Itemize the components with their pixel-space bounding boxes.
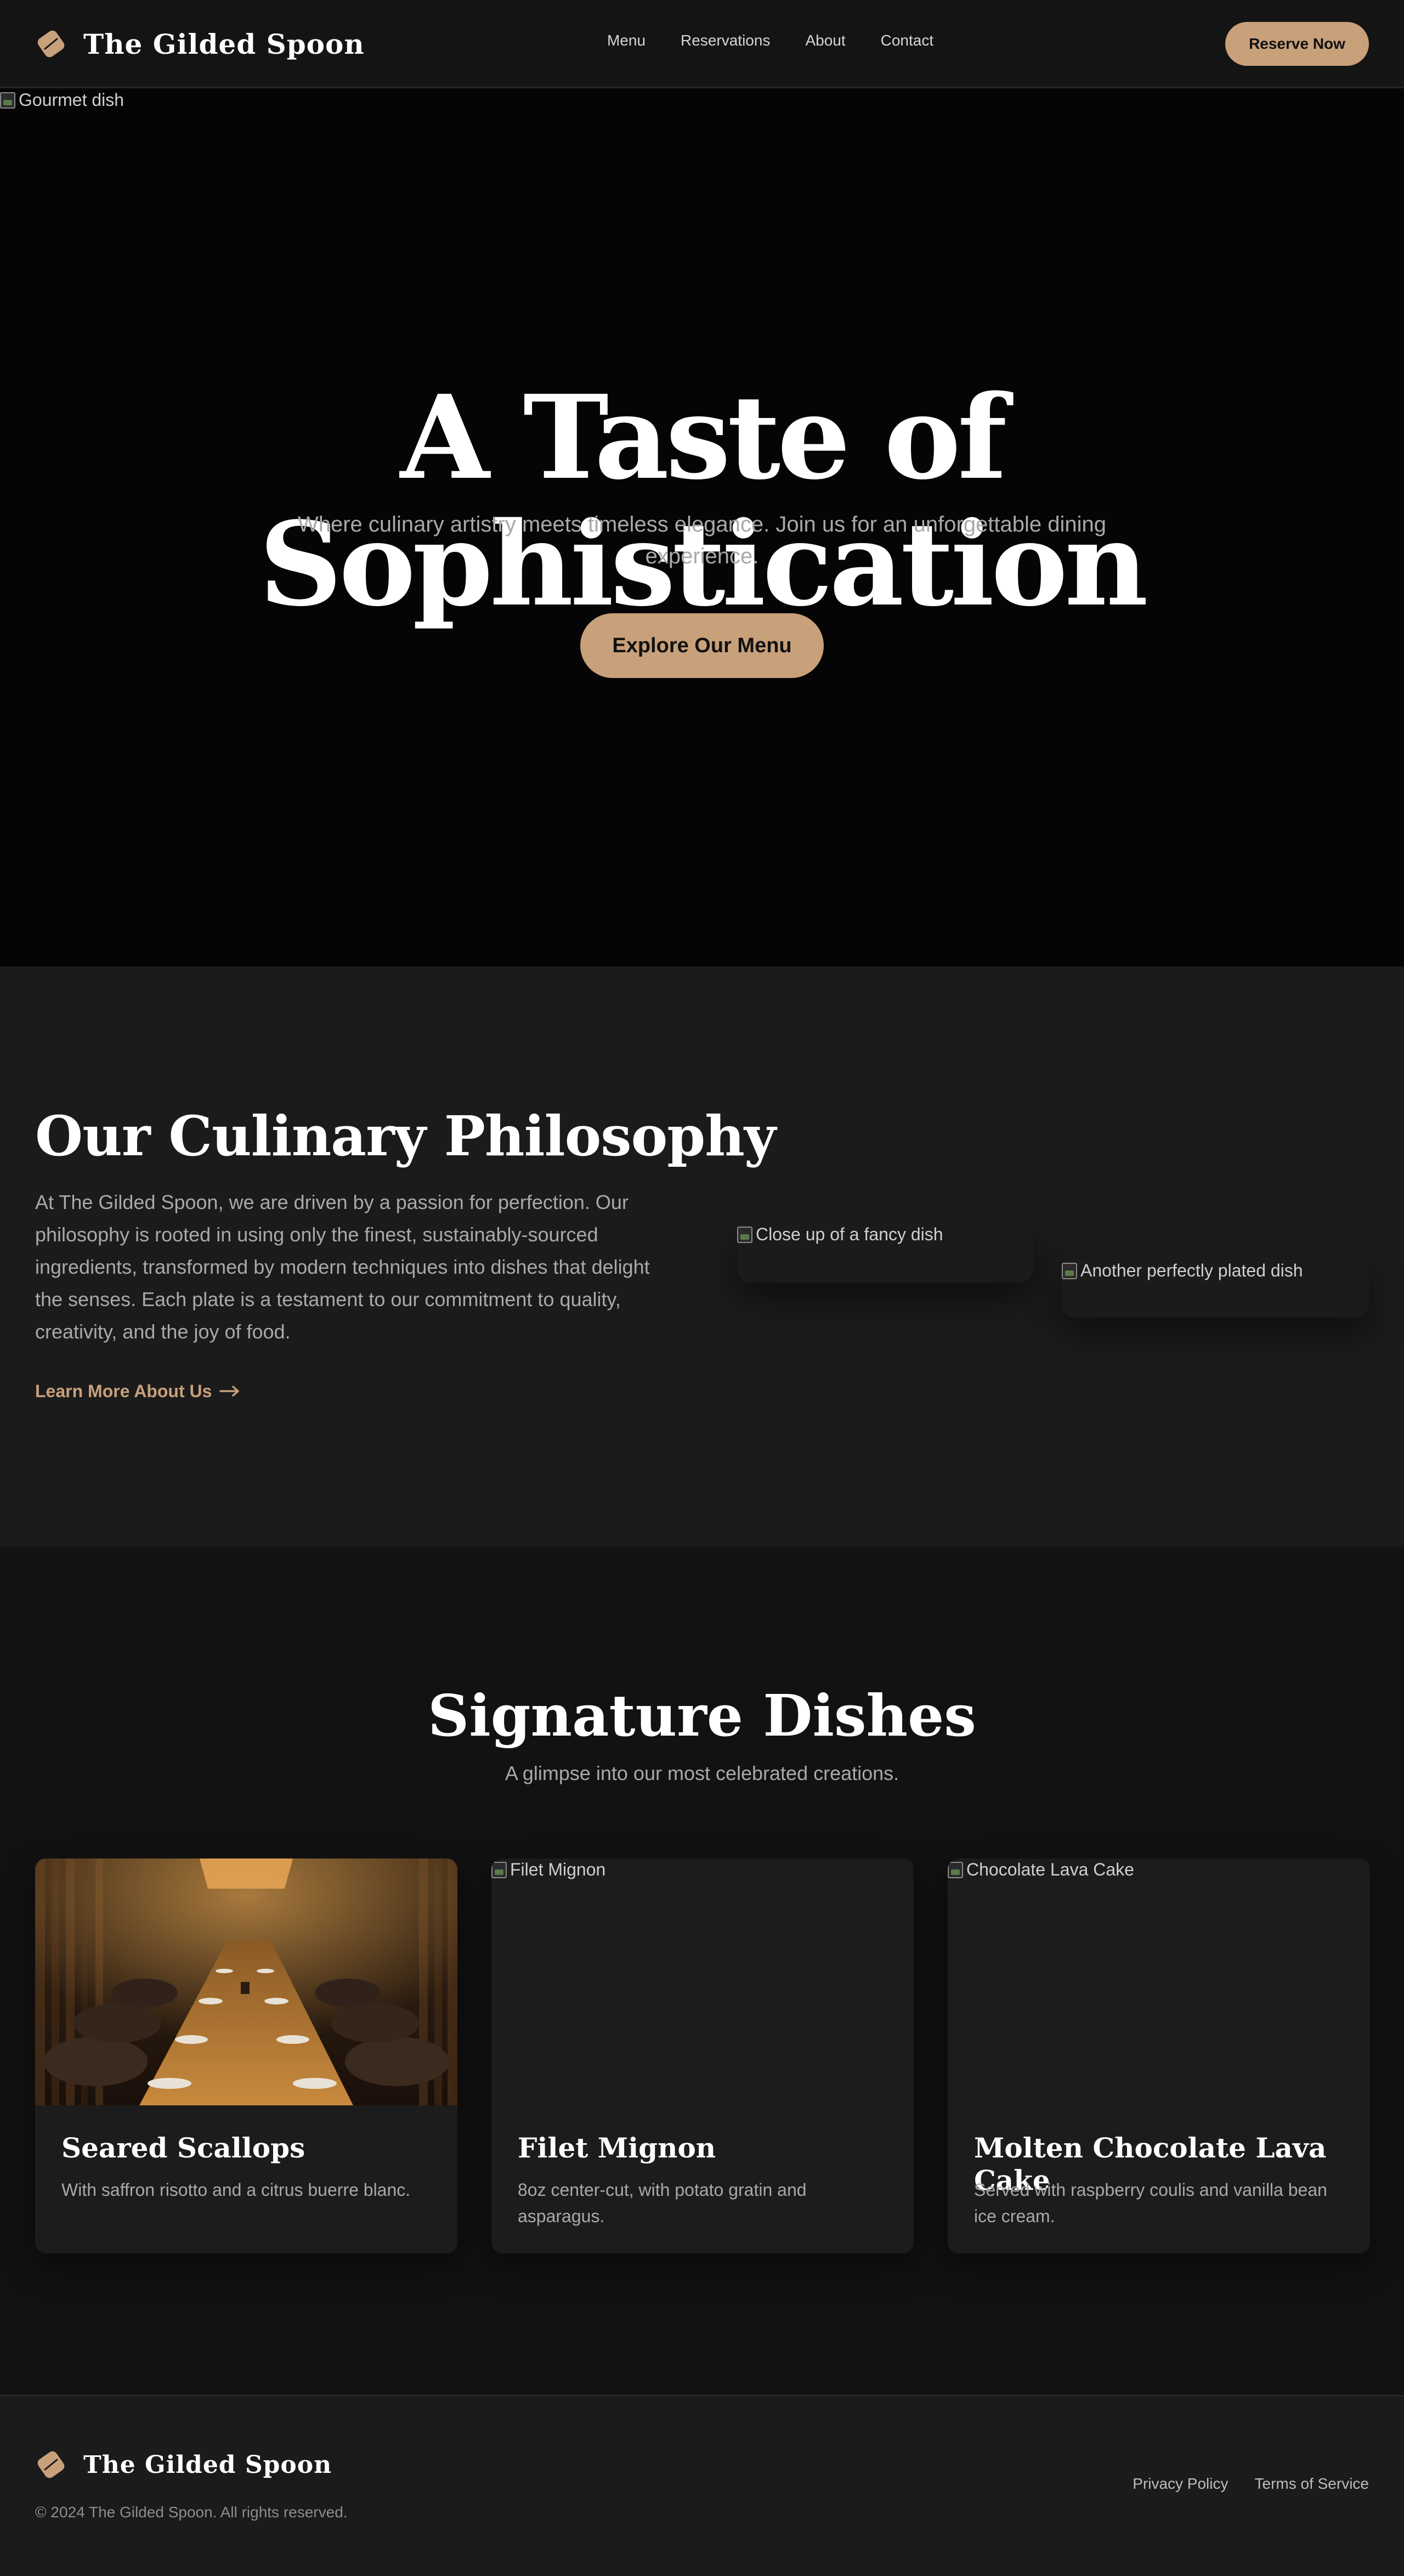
spoon-logo-icon bbox=[35, 2449, 67, 2481]
dish-image-alt: Chocolate Lava Cake bbox=[966, 1860, 1134, 1879]
philosophy-image-1-alt: Close up of a fancy dish bbox=[756, 1224, 943, 1244]
privacy-policy-link[interactable]: Privacy Policy bbox=[1133, 2475, 1228, 2493]
nav-link-reservations[interactable]: Reservations bbox=[681, 32, 770, 49]
dish-title: Filet Mignon bbox=[518, 2132, 716, 2164]
dish-title: Seared Scallops bbox=[61, 2132, 305, 2164]
footer-logo[interactable]: The Gilded Spoon bbox=[35, 2449, 332, 2481]
hero-subtitle: Where culinary artistry meets timeless e… bbox=[297, 512, 1107, 568]
dish-description: With saffron risotto and a citrus buerre… bbox=[61, 2180, 411, 2200]
nav-link-menu[interactable]: Menu bbox=[607, 32, 646, 49]
hero-title: A Taste of Sophistication bbox=[259, 370, 1148, 632]
dish-image-alt-wrap: Filet Mignon bbox=[491, 1860, 605, 1880]
copyright-text: © 2024 The Gilded Spoon. All rights rese… bbox=[35, 2504, 348, 2521]
spoon-logo-icon bbox=[35, 28, 67, 60]
explore-menu-button[interactable]: Explore Our Menu bbox=[580, 613, 824, 678]
philosophy-image-2: Another perfectly plated dish bbox=[1062, 1261, 1303, 1281]
logo[interactable]: The Gilded Spoon bbox=[35, 26, 365, 61]
philosophy-body: At The Gilded Spoon, we are driven by a … bbox=[35, 1191, 650, 1343]
philosophy-title: Our Culinary Philosophy bbox=[35, 1104, 776, 1168]
dish-image-alt: Filet Mignon bbox=[510, 1860, 606, 1879]
broken-image-icon bbox=[1062, 1262, 1077, 1279]
broken-image-icon bbox=[948, 1861, 963, 1878]
philosophy-image-1: Close up of a fancy dish bbox=[737, 1224, 943, 1245]
footer-links: Privacy Policy Terms of Service bbox=[1133, 2475, 1369, 2493]
dish-image-alt-wrap: Chocolate Lava Cake bbox=[948, 1860, 1134, 1880]
dish-description: 8oz center-cut, with potato gratin and a… bbox=[518, 2180, 807, 2226]
dish-image-filet-mignon: Filet Mignon bbox=[491, 1858, 914, 2105]
hero-image: Gourmet dish bbox=[0, 90, 124, 110]
hero-section: Gourmet dish A Taste of Sophistication W… bbox=[0, 89, 1404, 967]
dish-image-lava-cake: Chocolate Lava Cake bbox=[948, 1858, 1370, 2105]
dish-card-filet-mignon[interactable]: Filet Mignon Filet Mignon 8oz center-cut… bbox=[491, 1858, 914, 2253]
hero-image-alt: Gourmet dish bbox=[19, 90, 124, 110]
dish-image-restaurant-interior bbox=[35, 1858, 457, 2105]
signature-subtitle: A glimpse into our most celebrated creat… bbox=[505, 1762, 899, 1784]
philosophy-section: Our Culinary Philosophy At The Gilded Sp… bbox=[0, 967, 1404, 1547]
philosophy-image-2-alt: Another perfectly plated dish bbox=[1080, 1261, 1303, 1280]
nav-link-contact[interactable]: Contact bbox=[881, 32, 934, 49]
dish-card-lava-cake[interactable]: Chocolate Lava Cake Molten Chocolate Lav… bbox=[948, 1858, 1370, 2253]
terms-of-service-link[interactable]: Terms of Service bbox=[1255, 2475, 1369, 2493]
learn-more-link[interactable]: Learn More About Us bbox=[35, 1381, 240, 1402]
signature-dishes-section: Signature Dishes A glimpse into our most… bbox=[0, 1547, 1404, 2395]
brand-name: The Gilded Spoon bbox=[83, 27, 365, 60]
main-nav: Menu Reservations About Contact bbox=[607, 32, 933, 49]
dish-description: Served with raspberry coulis and vanilla… bbox=[974, 2180, 1327, 2226]
footer-brand-name: The Gilded Spoon bbox=[83, 2450, 332, 2479]
signature-title: Signature Dishes bbox=[428, 1682, 976, 1749]
site-header: The Gilded Spoon Menu Reservations About… bbox=[0, 0, 1404, 88]
broken-image-icon bbox=[0, 92, 15, 109]
broken-image-icon bbox=[491, 1861, 507, 1878]
site-footer: The Gilded Spoon © 2024 The Gilded Spoon… bbox=[0, 2395, 1404, 2576]
dish-card-scallops[interactable]: Seared Scallops With saffron risotto and… bbox=[35, 1858, 457, 2253]
reserve-now-button[interactable]: Reserve Now bbox=[1225, 22, 1369, 66]
nav-link-about[interactable]: About bbox=[805, 32, 845, 49]
arrow-right-icon bbox=[219, 1381, 240, 1402]
learn-more-label: Learn More About Us bbox=[35, 1381, 212, 1401]
broken-image-icon bbox=[737, 1226, 752, 1243]
